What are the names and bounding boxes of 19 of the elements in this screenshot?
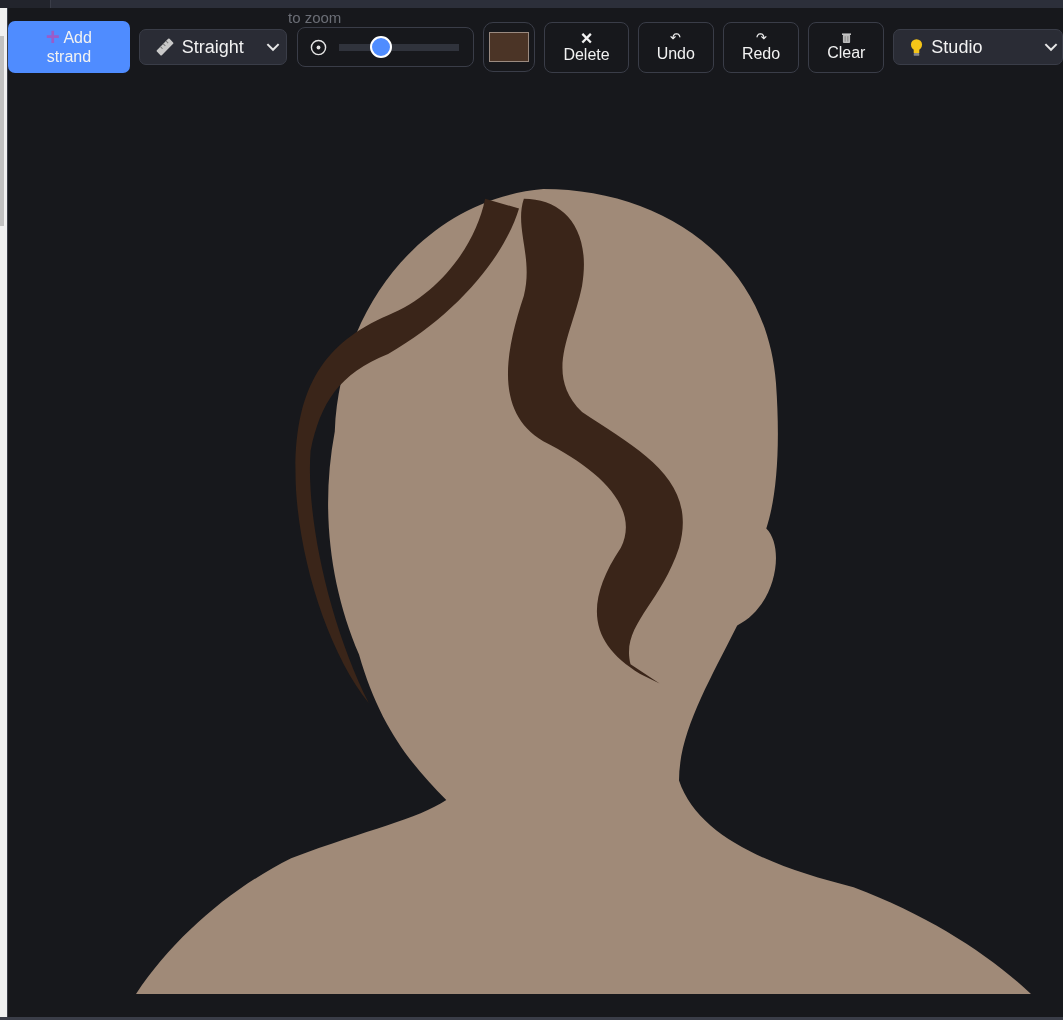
- lighting-dropdown[interactable]: Studio: [893, 29, 1063, 65]
- close-icon: ×: [580, 30, 593, 46]
- chevron-down-icon: [1044, 42, 1058, 52]
- undo-icon: ↶: [670, 31, 682, 45]
- target-icon: [309, 38, 327, 56]
- clear-button[interactable]: Clear: [808, 21, 885, 73]
- redo-button[interactable]: ↷ Redo: [722, 21, 800, 73]
- style-dropdown[interactable]: Straight: [138, 29, 287, 65]
- delete-button[interactable]: × Delete: [544, 21, 629, 73]
- hint-text: to zoom: [288, 10, 342, 26]
- chevron-down-icon: [265, 42, 280, 52]
- trash-icon: [841, 32, 851, 44]
- slider-thumb[interactable]: [370, 36, 393, 58]
- redo-icon: ↷: [755, 31, 767, 45]
- color-picker[interactable]: [483, 22, 536, 72]
- undo-button[interactable]: ↶ Undo: [637, 21, 714, 73]
- lightbulb-icon: [910, 37, 924, 57]
- scrollbar-thumb[interactable]: [0, 36, 4, 226]
- plus-icon: +: [45, 23, 60, 50]
